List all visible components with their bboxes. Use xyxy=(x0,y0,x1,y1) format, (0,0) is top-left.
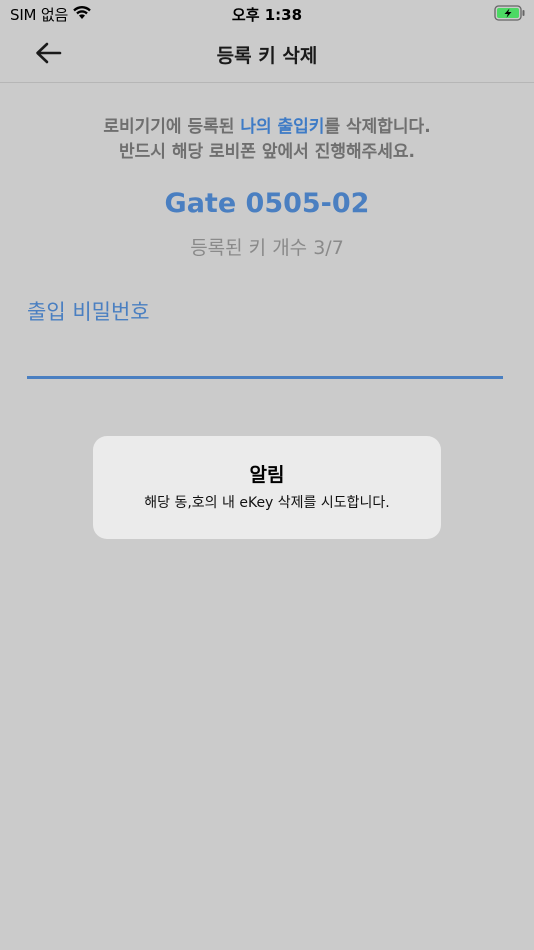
description-highlight: 나의 출입키 xyxy=(240,117,325,137)
gate-name: Gate 0505-02 xyxy=(164,188,370,219)
status-bar: SIM 없음 오후 1:38 xyxy=(0,0,534,28)
alert-message: 해당 동,호의 내 eKey 삭제를 시도합니다. xyxy=(144,495,390,511)
alert-dialog: 알림 해당 동,호의 내 eKey 삭제를 시도합니다. xyxy=(93,436,441,539)
key-count: 등록된 키 개수 3/7 xyxy=(190,237,344,259)
status-time: 오후 1:38 xyxy=(231,6,303,24)
description-suffix: 를 삭제합니다. xyxy=(324,117,431,137)
alert-title: 알림 xyxy=(249,464,285,486)
description-text: 로비기기에 등록된 나의 출입키를 삭제합니다. 반드시 해당 로비폰 앞에서 … xyxy=(0,115,534,165)
password-label: 출입 비밀번호 xyxy=(27,300,150,324)
password-input[interactable] xyxy=(27,340,503,379)
battery-charging-icon xyxy=(494,5,526,25)
page-title: 등록 키 삭제 xyxy=(216,45,318,67)
description-line-2: 반드시 해당 로비폰 앞에서 진행해주세요. xyxy=(118,142,415,162)
description-prefix: 로비기기에 등록된 xyxy=(103,117,241,137)
navigation-bar: 등록 키 삭제 xyxy=(0,28,534,83)
description-line-1: 로비기기에 등록된 나의 출입키를 삭제합니다. xyxy=(0,115,534,140)
